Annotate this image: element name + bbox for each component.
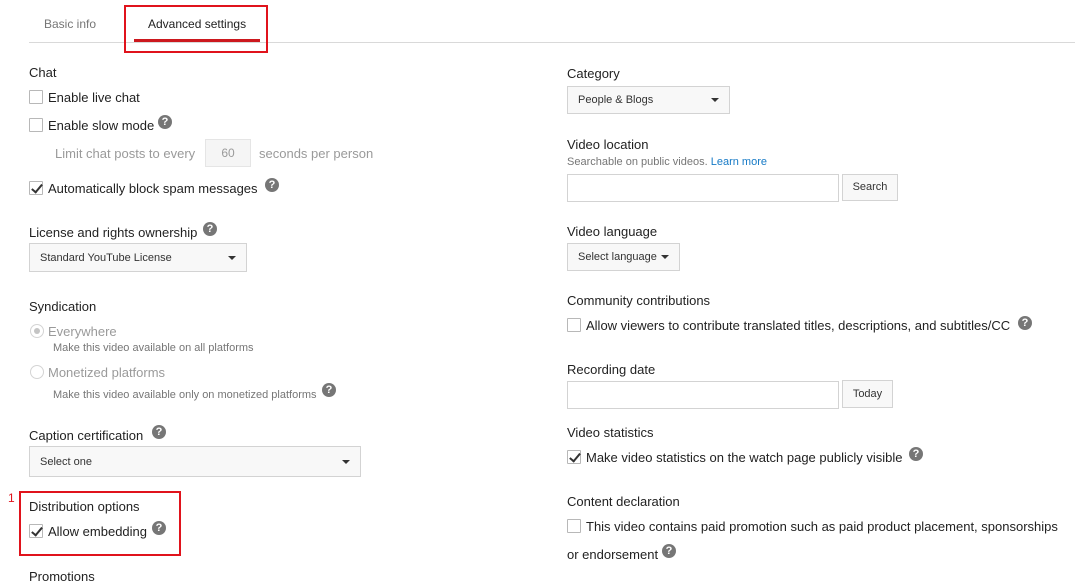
caret-down-icon bbox=[342, 459, 350, 464]
help-icon[interactable]: ? bbox=[152, 521, 166, 535]
video-location-heading: Video location bbox=[567, 137, 649, 152]
video-language-select-value: Select language bbox=[578, 251, 657, 263]
caption-certification-heading: Caption certification bbox=[29, 428, 144, 443]
content-declaration-checkbox[interactable] bbox=[567, 519, 581, 533]
enable-slow-mode-checkbox[interactable] bbox=[29, 118, 43, 132]
help-icon[interactable]: ? bbox=[909, 447, 923, 461]
everywhere-radio[interactable] bbox=[30, 324, 44, 338]
category-select[interactable]: People & Blogs bbox=[567, 86, 730, 114]
help-icon[interactable]: ? bbox=[265, 178, 279, 192]
annotation-box-advanced-settings bbox=[124, 5, 268, 53]
seconds-per-person-label: seconds per person bbox=[259, 146, 374, 161]
chat-heading: Chat bbox=[29, 65, 57, 80]
category-heading: Category bbox=[567, 66, 620, 81]
video-statistics-label[interactable]: Make video statistics on the watch page … bbox=[586, 450, 903, 465]
video-language-heading: Video language bbox=[567, 224, 658, 239]
monetized-platforms-label[interactable]: Monetized platforms bbox=[48, 365, 165, 380]
location-search-button[interactable]: Search bbox=[842, 174, 898, 201]
video-location-input[interactable] bbox=[567, 174, 839, 202]
caret-down-icon bbox=[661, 255, 669, 259]
annotation-number: 1 bbox=[8, 491, 15, 505]
monetized-platforms-radio[interactable] bbox=[30, 365, 44, 379]
recording-date-input[interactable] bbox=[567, 381, 839, 409]
enable-slow-mode-label[interactable]: Enable slow mode bbox=[48, 118, 154, 133]
caption-select-value: Select one bbox=[40, 455, 92, 468]
syndication-heading: Syndication bbox=[29, 299, 97, 314]
promotions-heading: Promotions bbox=[29, 569, 95, 584]
video-language-select[interactable]: Select language bbox=[567, 243, 680, 271]
license-select[interactable]: Standard YouTube License bbox=[29, 243, 247, 272]
block-spam-checkbox[interactable] bbox=[29, 181, 43, 195]
video-location-description: Searchable on public videos. Learn more bbox=[567, 156, 767, 168]
video-statistics-checkbox[interactable] bbox=[567, 450, 581, 464]
category-select-value: People & Blogs bbox=[578, 94, 654, 106]
allow-embedding-label[interactable]: Allow embedding bbox=[48, 524, 147, 539]
limit-chat-label: Limit chat posts to every bbox=[55, 146, 196, 161]
caret-down-icon bbox=[711, 98, 719, 102]
learn-more-link[interactable]: Learn more bbox=[711, 156, 767, 168]
enable-live-chat-label[interactable]: Enable live chat bbox=[48, 90, 140, 105]
distribution-options-heading: Distribution options bbox=[29, 499, 140, 514]
caption-certification-select[interactable]: Select one bbox=[29, 446, 361, 477]
help-icon[interactable]: ? bbox=[322, 383, 336, 397]
everywhere-description: Make this video available on all platfor… bbox=[53, 342, 254, 354]
content-declaration-label-line2[interactable]: or endorsement bbox=[567, 547, 658, 562]
license-select-value: Standard YouTube License bbox=[40, 251, 172, 264]
monetized-platforms-description: Make this video available only on moneti… bbox=[53, 389, 317, 401]
content-declaration-heading: Content declaration bbox=[567, 494, 680, 509]
license-heading: License and rights ownership bbox=[29, 225, 198, 240]
enable-live-chat-checkbox[interactable] bbox=[29, 90, 43, 104]
help-icon[interactable]: ? bbox=[152, 425, 166, 439]
video-statistics-heading: Video statistics bbox=[567, 425, 654, 440]
caret-down-icon bbox=[228, 255, 236, 260]
community-contributions-heading: Community contributions bbox=[567, 293, 711, 308]
help-icon[interactable]: ? bbox=[203, 222, 217, 236]
help-icon[interactable]: ? bbox=[662, 544, 676, 558]
today-button[interactable]: Today bbox=[842, 380, 893, 408]
community-contributions-checkbox[interactable] bbox=[567, 318, 581, 332]
tab-basic-info[interactable]: Basic info bbox=[44, 17, 96, 31]
recording-date-heading: Recording date bbox=[567, 362, 656, 377]
allow-embedding-checkbox[interactable] bbox=[29, 524, 43, 538]
slow-mode-seconds-input[interactable]: 60 bbox=[205, 139, 251, 167]
help-icon[interactable]: ? bbox=[1018, 316, 1032, 330]
content-declaration-label-line1[interactable]: This video contains paid promotion such … bbox=[586, 519, 1058, 534]
help-icon[interactable]: ? bbox=[158, 115, 172, 129]
block-spam-label[interactable]: Automatically block spam messages bbox=[48, 181, 258, 196]
everywhere-label[interactable]: Everywhere bbox=[48, 324, 117, 339]
community-contributions-label[interactable]: Allow viewers to contribute translated t… bbox=[586, 318, 1010, 333]
video-location-description-text: Searchable on public videos. bbox=[567, 156, 708, 168]
